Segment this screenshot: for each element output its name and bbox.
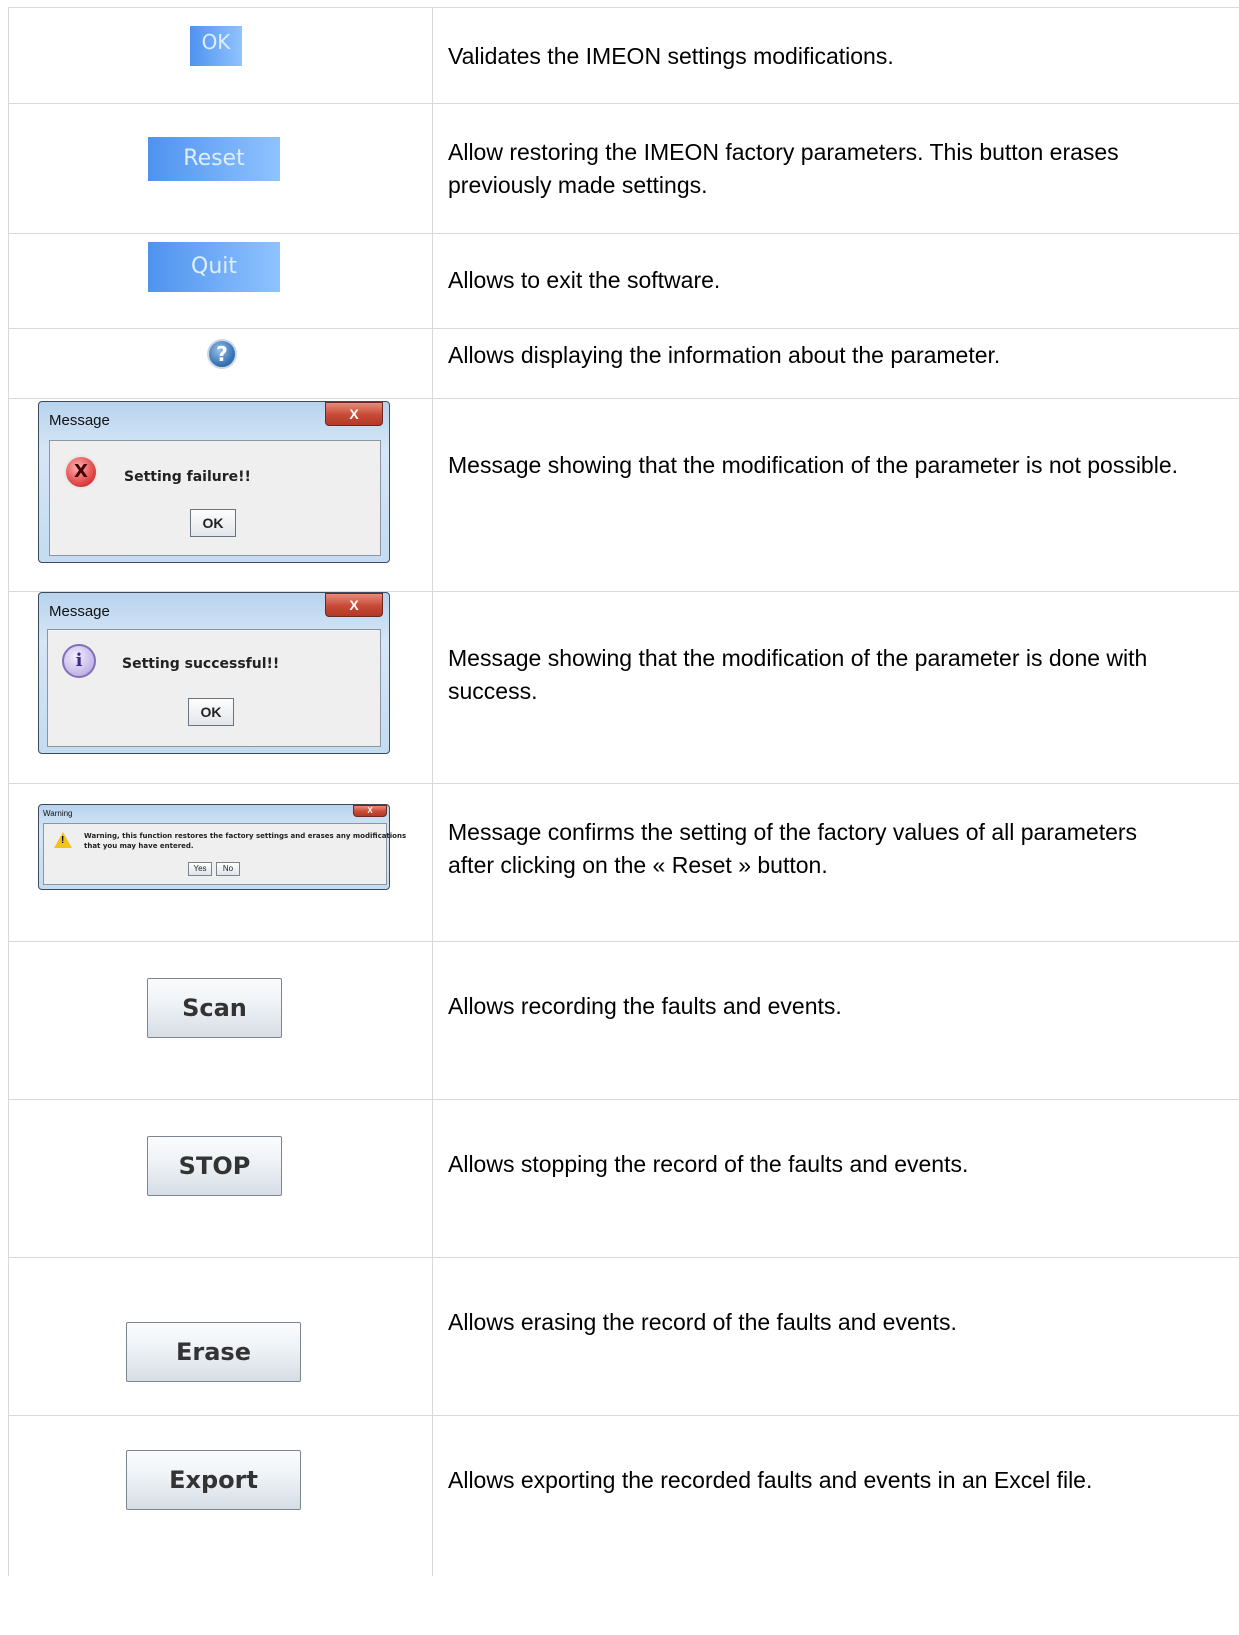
table-row: Reset Allow restoring the IMEON factory … [8, 104, 1239, 234]
table-cell-visual: Quit [8, 234, 433, 328]
table-cell-visual: Message X X Setting failure!! OK [8, 399, 433, 591]
table-cell-visual: Erase [8, 1258, 433, 1415]
table-row: Message X X Setting failure!! OK Message… [8, 399, 1239, 592]
table-row: Scan Allows recording the faults and eve… [8, 942, 1239, 1100]
error-icon: X [64, 455, 98, 489]
warning-icon-glyph: ! [61, 835, 65, 846]
table-row: Warning X ! Warning, this function resto… [8, 784, 1239, 942]
table-row: STOP Allows stopping the record of the f… [8, 1100, 1239, 1258]
table-cell-visual: Export [8, 1416, 433, 1576]
table-row: OK Validates the IMEON settings modifica… [8, 8, 1239, 104]
close-icon[interactable]: X [353, 805, 387, 817]
table-row: Erase Allows erasing the record of the f… [8, 1258, 1239, 1416]
row-description: Allows stopping the record of the faults… [448, 1151, 969, 1177]
stop-button[interactable]: STOP [147, 1136, 282, 1196]
table-row: Export Allows exporting the recorded fau… [8, 1416, 1239, 1576]
row-description: Allows exporting the recorded faults and… [448, 1467, 1093, 1493]
error-dialog: Message X X Setting failure!! OK [38, 401, 390, 563]
dialog-body: ! Warning, this function restores the fa… [43, 823, 406, 885]
info-icon: i [62, 644, 96, 678]
dialog-message-line1: Warning, this function restores the fact… [84, 832, 407, 840]
close-icon[interactable]: X [325, 593, 383, 617]
scan-button[interactable]: Scan [147, 978, 282, 1038]
row-description: Message showing that the modification of… [448, 645, 1148, 704]
erase-button[interactable]: Erase [126, 1322, 301, 1382]
row-description: Message showing that the modification of… [448, 452, 1179, 478]
table-cell-visual: Scan [8, 942, 433, 1099]
warning-icon: ! [54, 832, 72, 848]
export-button[interactable]: Export [126, 1450, 301, 1510]
table-row: ? Allows displaying the information abou… [8, 329, 1239, 399]
button-reference-table: OK Validates the IMEON settings modifica… [8, 7, 1239, 1576]
close-icon[interactable]: X [325, 402, 383, 426]
info-dialog: Message X i Setting successful!! OK [38, 592, 390, 754]
dialog-no-button[interactable]: No [216, 862, 240, 876]
dialog-ok-button[interactable]: OK [190, 509, 236, 537]
row-description: Allows recording the faults and events. [448, 993, 842, 1019]
row-description: Allows displaying the information about … [448, 342, 1001, 368]
dialog-title: Message [49, 603, 110, 620]
row-description: Allows erasing the record of the faults … [448, 1309, 957, 1335]
ok-button[interactable]: OK [190, 26, 242, 66]
dialog-yes-button[interactable]: Yes [188, 862, 212, 876]
table-cell-visual: ? [8, 329, 433, 398]
table-cell-visual: STOP [8, 1100, 433, 1257]
dialog-ok-button[interactable]: OK [188, 698, 234, 726]
warning-dialog: Warning X ! Warning, this function resto… [38, 804, 406, 890]
row-description: Validates the IMEON settings modificatio… [448, 43, 894, 69]
dialog-body: X Setting failure!! OK [49, 440, 381, 556]
dialog-title: Message [49, 412, 110, 429]
table-cell-visual: Message X i Setting successful!! OK [8, 592, 433, 783]
quit-button[interactable]: Quit [148, 242, 280, 292]
table-row: Quit Allows to exit the software. [8, 234, 1239, 329]
table-cell-visual: Warning X ! Warning, this function resto… [8, 784, 433, 941]
row-description: Message confirms the setting of the fact… [448, 819, 1138, 878]
dialog-body: i Setting successful!! OK [47, 629, 381, 747]
help-icon[interactable]: ? [207, 339, 237, 369]
row-description: Allows to exit the software. [448, 267, 721, 293]
row-description: Allow restoring the IMEON factory parame… [448, 139, 1119, 198]
table-cell-visual: OK [8, 8, 433, 103]
dialog-message: Setting successful!! [122, 656, 280, 672]
reset-button[interactable]: Reset [148, 137, 280, 181]
dialog-title: Warning [43, 809, 73, 818]
dialog-message: Setting failure!! [124, 469, 251, 485]
dialog-message-line2: that you may have entered. [84, 842, 194, 850]
table-row: Message X i Setting successful!! OK Mess… [8, 592, 1239, 784]
table-cell-visual: Reset [8, 104, 433, 233]
